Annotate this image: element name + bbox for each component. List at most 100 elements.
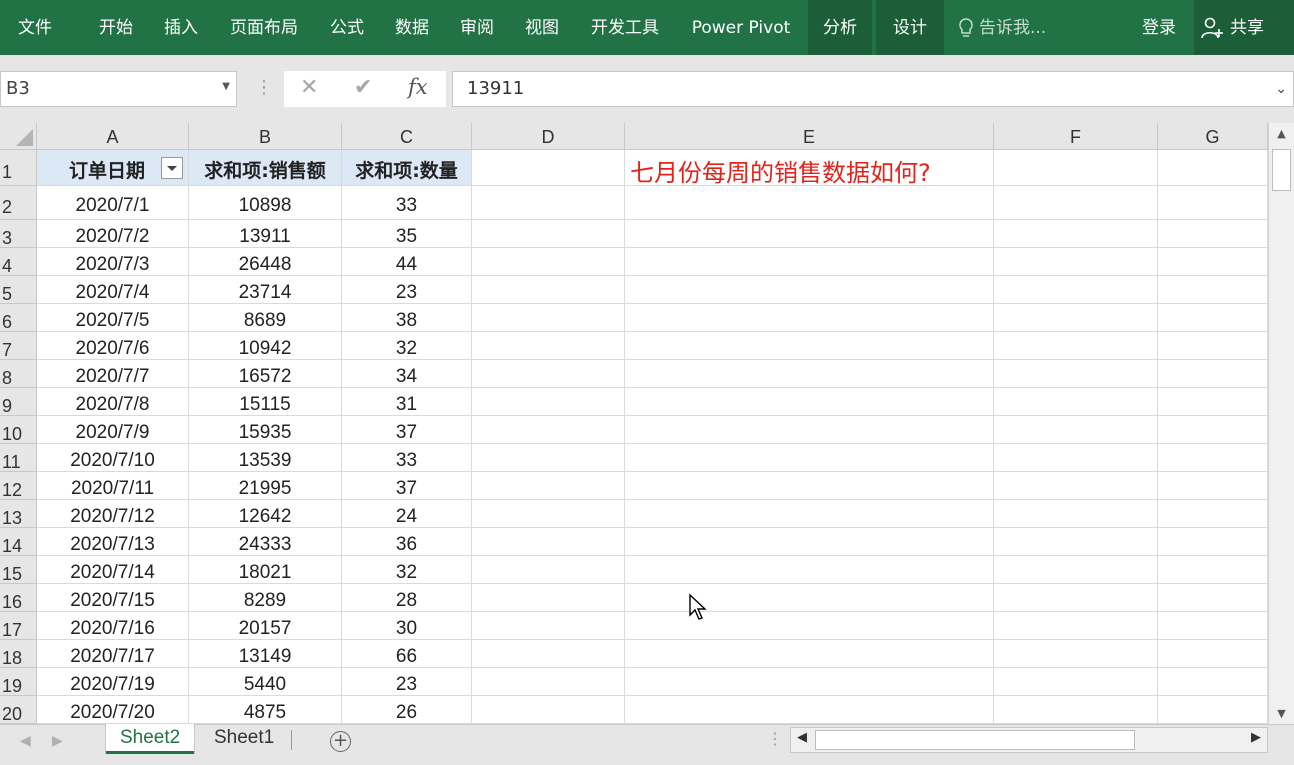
- empty-cell[interactable]: [1158, 248, 1268, 276]
- pivot-header-order-date[interactable]: 订单日期: [37, 150, 189, 186]
- empty-cell[interactable]: [472, 696, 625, 724]
- empty-cell[interactable]: [472, 388, 625, 416]
- empty-cell[interactable]: [1158, 444, 1268, 472]
- sheet-tab-sheet1[interactable]: Sheet1: [200, 724, 288, 754]
- empty-cell[interactable]: [472, 612, 625, 640]
- row-header[interactable]: 19: [0, 668, 37, 696]
- cell-qty[interactable]: 30: [342, 612, 472, 640]
- cell-qty[interactable]: 28: [342, 584, 472, 612]
- cell-sales[interactable]: 16572: [189, 360, 342, 388]
- empty-cell[interactable]: [994, 276, 1158, 304]
- empty-cell[interactable]: [472, 640, 625, 668]
- row-header[interactable]: 2: [0, 186, 37, 220]
- cell-qty[interactable]: 66: [342, 640, 472, 668]
- empty-cell[interactable]: [472, 276, 625, 304]
- empty-cell[interactable]: [994, 556, 1158, 584]
- empty-cell[interactable]: [1158, 668, 1268, 696]
- cell-sales[interactable]: 8289: [189, 584, 342, 612]
- cancel-icon[interactable]: ✕: [300, 75, 318, 100]
- ribbon-tab-insert[interactable]: 插入: [151, 0, 211, 55]
- row-header[interactable]: 16: [0, 584, 37, 612]
- cell-qty[interactable]: 38: [342, 304, 472, 332]
- empty-cell[interactable]: [472, 150, 625, 186]
- empty-cell[interactable]: [1158, 186, 1268, 220]
- cell-order-date[interactable]: 2020/7/17: [37, 640, 189, 668]
- empty-cell[interactable]: [994, 500, 1158, 528]
- row-header[interactable]: 7: [0, 332, 37, 360]
- enter-icon[interactable]: ✔: [354, 75, 372, 100]
- row-header[interactable]: 8: [0, 360, 37, 388]
- ribbon-tab-file[interactable]: 文件: [0, 0, 70, 55]
- pivot-header-sum-qty[interactable]: 求和项:数量: [342, 150, 472, 186]
- cell-order-date[interactable]: 2020/7/4: [37, 276, 189, 304]
- cell-order-date[interactable]: 2020/7/12: [37, 500, 189, 528]
- empty-cell[interactable]: [1158, 360, 1268, 388]
- cell-qty[interactable]: 23: [342, 668, 472, 696]
- tab-splitter-icon[interactable]: ⋮: [767, 729, 783, 748]
- empty-cell[interactable]: [472, 472, 625, 500]
- cell-qty[interactable]: 37: [342, 416, 472, 444]
- empty-cell[interactable]: [472, 248, 625, 276]
- formula-input[interactable]: 13911 ⌄: [452, 71, 1294, 107]
- empty-cell[interactable]: [625, 640, 994, 668]
- cell-qty[interactable]: 37: [342, 472, 472, 500]
- cell-qty[interactable]: 26: [342, 696, 472, 724]
- cell-order-date[interactable]: 2020/7/15: [37, 584, 189, 612]
- cell-sales[interactable]: 23714: [189, 276, 342, 304]
- login-button[interactable]: 登录: [1142, 0, 1176, 55]
- cell-sales[interactable]: 13539: [189, 444, 342, 472]
- cell-order-date[interactable]: 2020/7/9: [37, 416, 189, 444]
- column-header-f[interactable]: F: [994, 123, 1158, 150]
- empty-cell[interactable]: [1158, 220, 1268, 248]
- empty-cell[interactable]: [472, 332, 625, 360]
- empty-cell[interactable]: [625, 528, 994, 556]
- empty-cell[interactable]: [1158, 416, 1268, 444]
- empty-cell[interactable]: [472, 416, 625, 444]
- cell-sales[interactable]: 10898: [189, 186, 342, 220]
- empty-cell[interactable]: [625, 360, 994, 388]
- empty-cell[interactable]: [625, 472, 994, 500]
- empty-cell[interactable]: [625, 332, 994, 360]
- add-sheet-icon[interactable]: +: [330, 731, 351, 752]
- empty-cell[interactable]: [1158, 556, 1268, 584]
- row-header[interactable]: 12: [0, 472, 37, 500]
- vertical-scrollbar[interactable]: ▲ ▼: [1268, 123, 1294, 724]
- cell-order-date[interactable]: 2020/7/20: [37, 696, 189, 724]
- cell-sales[interactable]: 5440: [189, 668, 342, 696]
- cell-qty[interactable]: 34: [342, 360, 472, 388]
- cell-order-date[interactable]: 2020/7/8: [37, 388, 189, 416]
- empty-cell[interactable]: [1158, 388, 1268, 416]
- empty-cell[interactable]: [994, 388, 1158, 416]
- empty-cell[interactable]: [625, 500, 994, 528]
- cell-order-date[interactable]: 2020/7/14: [37, 556, 189, 584]
- empty-cell[interactable]: [994, 220, 1158, 248]
- ribbon-tab-formulas[interactable]: 公式: [318, 0, 376, 55]
- empty-cell[interactable]: [472, 584, 625, 612]
- empty-cell[interactable]: [472, 186, 625, 220]
- sheet-tab-sheet2[interactable]: Sheet2: [106, 724, 195, 754]
- cell-qty[interactable]: 33: [342, 444, 472, 472]
- empty-cell[interactable]: [625, 248, 994, 276]
- cell-order-date[interactable]: 2020/7/3: [37, 248, 189, 276]
- ribbon-tab-power-pivot[interactable]: Power Pivot: [678, 0, 804, 55]
- empty-cell[interactable]: [625, 416, 994, 444]
- empty-cell[interactable]: [994, 332, 1158, 360]
- cell-sales[interactable]: 10942: [189, 332, 342, 360]
- cell-order-date[interactable]: 2020/7/13: [37, 528, 189, 556]
- name-box[interactable]: B3 ▼: [0, 71, 237, 107]
- cell-sales[interactable]: 20157: [189, 612, 342, 640]
- row-header[interactable]: 4: [0, 248, 37, 276]
- cell-qty[interactable]: 44: [342, 248, 472, 276]
- empty-cell[interactable]: [994, 150, 1158, 186]
- empty-cell[interactable]: [994, 360, 1158, 388]
- insert-function-icon[interactable]: fx: [408, 75, 428, 99]
- row-header[interactable]: 3: [0, 220, 37, 248]
- empty-cell[interactable]: [994, 472, 1158, 500]
- cell-order-date[interactable]: 2020/7/19: [37, 668, 189, 696]
- empty-cell[interactable]: [994, 248, 1158, 276]
- empty-cell[interactable]: [472, 444, 625, 472]
- empty-cell[interactable]: [994, 640, 1158, 668]
- cell-sales[interactable]: 13149: [189, 640, 342, 668]
- empty-cell[interactable]: [1158, 640, 1268, 668]
- column-header-b[interactable]: B: [189, 123, 342, 150]
